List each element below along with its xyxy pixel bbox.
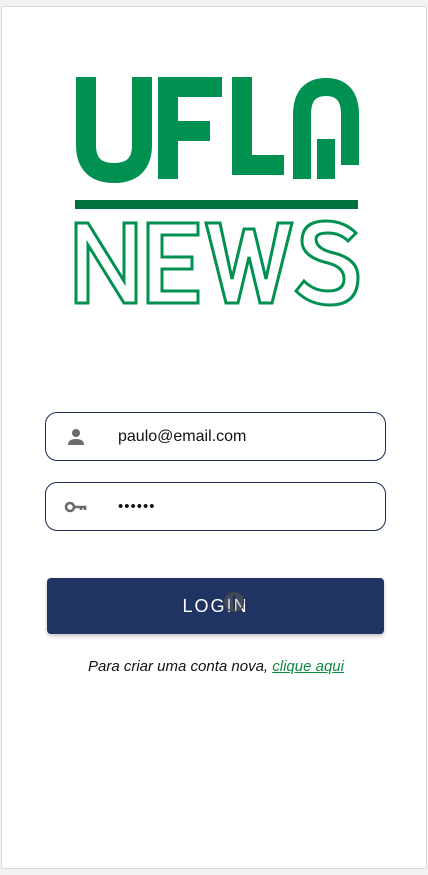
app-screen: paulo@email.com •••••• LOGIN Para criar … [1,6,427,869]
key-icon [64,501,87,513]
login-button[interactable]: LOGIN [47,578,384,634]
signup-link[interactable]: clique aqui [272,658,344,675]
password-field[interactable]: •••••• [45,482,386,531]
email-value[interactable]: paulo@email.com [118,413,246,460]
password-value[interactable]: •••••• [118,483,156,530]
signup-prompt: Para criar uma conta nova, clique aqui [2,658,428,675]
signup-prompt-text: Para criar uma conta nova, [88,658,269,675]
ufln-news-logo [74,77,360,307]
email-field[interactable]: paulo@email.com [45,412,386,461]
person-icon [68,429,84,445]
mouse-cursor-icon [223,591,245,613]
